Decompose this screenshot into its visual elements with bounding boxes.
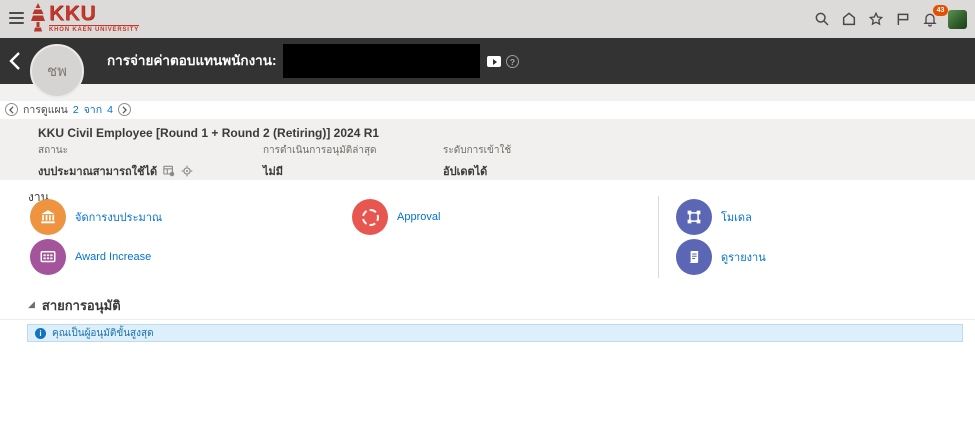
bank-icon bbox=[30, 199, 66, 235]
plan-info-panel: KKU Civil Employee [Round 1 + Round 2 (R… bbox=[0, 119, 975, 180]
gear-icon[interactable] bbox=[181, 165, 193, 177]
back-icon[interactable] bbox=[8, 51, 26, 71]
pagination-label: การดูแผน bbox=[23, 101, 68, 118]
home-icon[interactable] bbox=[840, 10, 858, 28]
notification-badge: 43 bbox=[933, 5, 948, 16]
plan-name: KKU Civil Employee [Round 1 + Round 2 (R… bbox=[38, 126, 379, 140]
approval-section-title: สายการอนุมัติ bbox=[42, 295, 121, 316]
help-icon[interactable]: ? bbox=[506, 55, 519, 68]
task-manage-budgets[interactable]: จัดการงบประมาณ bbox=[30, 199, 162, 235]
pagoda-icon bbox=[30, 3, 46, 38]
approval-section-header[interactable]: ◢ สายการอนุมัติ bbox=[28, 295, 121, 316]
previous-plan-button[interactable] bbox=[5, 103, 18, 116]
hamburger-menu-icon[interactable] bbox=[9, 12, 24, 24]
worksheet-icon[interactable] bbox=[163, 165, 175, 177]
kku-logo: KKU KHON KAEN UNIVERSITY bbox=[30, 3, 139, 38]
pagination-current: 2 bbox=[73, 104, 79, 116]
task-award-increase[interactable]: Award Increase bbox=[30, 239, 151, 275]
pagination-of-word: จาก bbox=[84, 101, 102, 118]
disclosure-triangle-icon: ◢ bbox=[28, 299, 35, 310]
plan-pagination: การดูแผน 2 จาก 4 bbox=[5, 101, 131, 118]
sub-header-strip bbox=[0, 84, 975, 101]
info-icon: i bbox=[35, 328, 46, 339]
top-bar-actions: 43 bbox=[813, 0, 967, 38]
task-model[interactable]: โมเดล bbox=[676, 199, 752, 235]
report-icon bbox=[676, 239, 712, 275]
award-grid-icon bbox=[30, 239, 66, 275]
redacted-title-value bbox=[283, 44, 480, 78]
top-bar: KKU KHON KAEN UNIVERSITY 43 bbox=[0, 0, 975, 38]
plan-avatar: ชพ bbox=[30, 44, 84, 98]
tasks-divider bbox=[658, 196, 659, 278]
flag-icon[interactable] bbox=[894, 10, 912, 28]
star-icon[interactable] bbox=[867, 10, 885, 28]
task-approval[interactable]: Approval bbox=[352, 199, 440, 235]
page-banner: การจ่ายค่าตอบแทนพนักงาน: ? ชพ bbox=[0, 38, 975, 84]
app-screen: KKU KHON KAEN UNIVERSITY 43 bbox=[0, 0, 975, 440]
approver-info-message: คุณเป็นผู้อนุมัติขั้นสูงสุด bbox=[52, 326, 154, 341]
model-frame-icon bbox=[676, 199, 712, 235]
brand-subtitle: KHON KAEN UNIVERSITY bbox=[49, 25, 139, 33]
access-level-field: ระดับการเข้าใช้ อัปเดตได้ bbox=[443, 143, 511, 180]
brand-text: KKU bbox=[49, 3, 139, 24]
page-title: การจ่ายค่าตอบแทนพนักงาน: bbox=[107, 38, 277, 84]
last-approval-field: การดำเนินการอนุมัติล่าสุด ไม่มี bbox=[263, 143, 377, 180]
task-view-reports[interactable]: ดูรายงาน bbox=[676, 239, 766, 275]
video-icon[interactable] bbox=[487, 56, 501, 67]
pagination-total: 4 bbox=[107, 104, 113, 116]
section-divider bbox=[0, 319, 975, 320]
status-field: สถานะ งบประมาณสามารถใช้ได้ bbox=[38, 143, 193, 180]
approval-cycle-icon bbox=[352, 199, 388, 235]
next-plan-button[interactable] bbox=[118, 103, 131, 116]
search-icon[interactable] bbox=[813, 10, 831, 28]
approver-info-bar: i คุณเป็นผู้อนุมัติขั้นสูงสุด bbox=[27, 324, 963, 342]
user-avatar[interactable] bbox=[948, 10, 967, 29]
bell-icon[interactable]: 43 bbox=[921, 10, 939, 28]
